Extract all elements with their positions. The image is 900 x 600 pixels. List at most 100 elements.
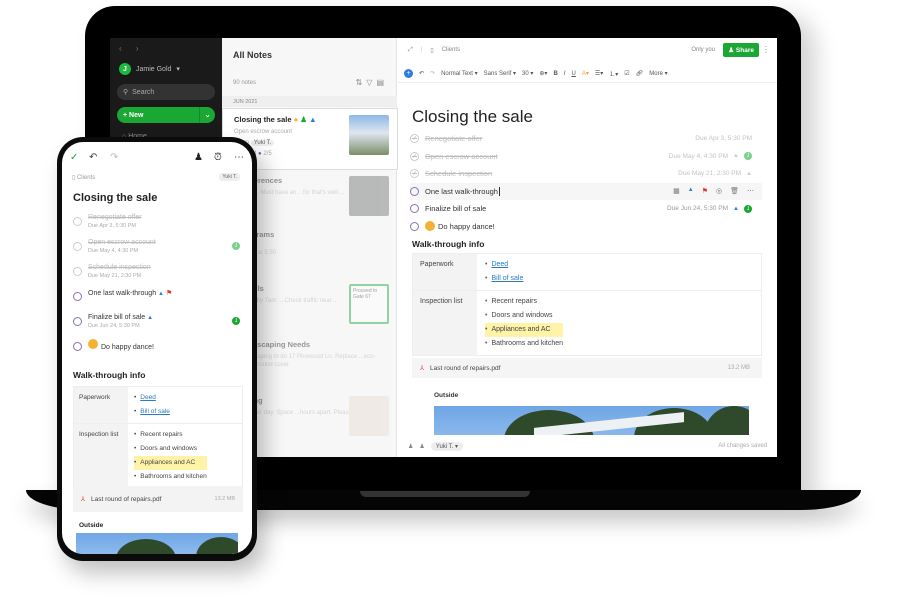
flag-icon[interactable]: ⚑ (702, 187, 708, 195)
bold-button[interactable]: B (553, 71, 557, 77)
insert-button[interactable]: + (404, 69, 413, 78)
note-count: 90 notes (233, 80, 257, 86)
sharing-status: Only you (691, 47, 715, 53)
redo-icon[interactable]: ↷ (110, 152, 118, 163)
redo-icon[interactable]: ↷ (430, 70, 435, 77)
note-list-title: All Notes (233, 50, 273, 60)
task-item[interactable]: Do happy dance! (410, 218, 762, 236)
tree-shape (196, 537, 238, 554)
new-note-button[interactable]: + New ⌄ (117, 107, 215, 123)
numbered-list-button[interactable]: ⒈▾ (609, 69, 618, 78)
undo-icon[interactable]: ↶ (89, 152, 97, 163)
font-dropdown[interactable]: Sans Serif ▾ (484, 70, 516, 77)
pdf-icon: ⅄ (420, 365, 424, 372)
check-icon[interactable]: ✓ (70, 152, 78, 163)
task-item[interactable]: One last walk-through ▦ ▲ ⚑ ◎ 🗑︎ ⋯ (410, 182, 762, 200)
view-icon[interactable]: ▤ (376, 78, 388, 87)
editor-footer: ♟ ♟ Yuki T. ▾ All changes saved (398, 435, 777, 457)
task-item[interactable]: Do happy dance! (70, 339, 246, 364)
bell-icon: ▲ (309, 115, 317, 124)
task-checkbox[interactable] (410, 204, 419, 214)
deed-link[interactable]: Deed (491, 261, 508, 268)
task-checkbox[interactable] (410, 221, 419, 231)
task-item[interactable]: Open escrow account Due May 4, 4:30 PM J (70, 239, 246, 264)
task-checkbox[interactable] (73, 267, 82, 276)
task-icon: ● (258, 151, 262, 158)
task-text: Schedule inspection (88, 264, 151, 271)
task-checkbox[interactable]: ✓ (410, 151, 419, 161)
link-button[interactable]: 🔗︎ (636, 70, 644, 77)
task-list: Renegotiate offer Due Apr 3, 5:30 PM Open… (70, 214, 246, 364)
text-color-button[interactable]: A▾ (582, 70, 589, 77)
deed-link[interactable]: Deed (140, 394, 156, 401)
bell-icon: ▲ (733, 153, 739, 160)
task-checkbox[interactable]: ✓ (410, 134, 419, 144)
section-heading: Walk-through info (412, 239, 485, 249)
text-style-dropdown[interactable]: Normal Text ▾ (441, 70, 478, 77)
insert-dropdown[interactable]: ⊕▾ (539, 70, 547, 77)
task-checkbox[interactable] (73, 217, 82, 226)
more-options-icon[interactable]: ⋮ (762, 45, 770, 54)
task-checkbox[interactable]: ✓ (410, 169, 419, 179)
reminder-icon[interactable]: ♟ (408, 443, 413, 450)
more-label: More (649, 71, 663, 77)
task-item[interactable]: ✓ Open escrow account Due May 4, 4:30 PM ▲ J (410, 148, 762, 166)
font-size-dropdown[interactable]: 30 ▾ (522, 70, 533, 77)
share-icon[interactable]: ♟ (194, 152, 203, 163)
task-item[interactable]: One last walk-through ▲ ⚑ (70, 289, 246, 314)
share-button[interactable]: ♟ Share (723, 43, 759, 57)
new-label: New (129, 111, 144, 119)
task-item[interactable]: Schedule inspection Due May 21, 2:30 PM (70, 264, 246, 289)
attachment-name: Last round of repairs.pdf (90, 495, 162, 503)
task-item[interactable]: ✓ Renegotiate offer Due Apr 3, 5:30 PM (410, 130, 762, 148)
phone-screen: ✓ ↶ ↷ ♟ ⏰︎ ⋯ ▯ Clients Yuki T. Closing t… (62, 142, 252, 554)
chevron-down-icon[interactable]: ⌄ (199, 107, 215, 123)
add-reminder-icon[interactable]: ♟ (419, 443, 424, 450)
expand-icon[interactable]: ⤢ (408, 47, 413, 54)
task-list: ✓ Renegotiate offer Due Apr 3, 5:30 PM ✓ Op… (410, 130, 762, 235)
filter-icon[interactable]: ▽ (366, 78, 376, 87)
note-title[interactable]: Closing the sale (412, 107, 533, 127)
bill-of-sale-link[interactable]: Bill of sale (140, 408, 170, 415)
note-title[interactable]: Closing the sale (73, 192, 157, 204)
bell-icon[interactable]: ▲ (688, 187, 694, 195)
account-switcher[interactable]: J Jamie Gold ▾ (119, 63, 180, 75)
tag-chip[interactable]: Yuki T. (219, 173, 240, 181)
search-input[interactable]: ⚲ Search (117, 84, 215, 100)
paperwork-label: Paperwork (74, 387, 128, 423)
assignee-chip[interactable]: Yuki T. ▾ (430, 441, 464, 451)
italic-button[interactable]: I (564, 71, 566, 77)
trash-icon[interactable]: 🗑︎ (730, 187, 739, 195)
group-date: JUN 2021 (222, 96, 397, 107)
task-item[interactable]: Finalize bill of sale Due Jun 24, 5:30 PM… (410, 200, 762, 218)
task-text: Renegotiate offer (88, 214, 142, 221)
task-checkbox[interactable] (73, 342, 82, 351)
note-thumbnail (349, 396, 389, 436)
assignee-avatar: J (744, 204, 752, 213)
notebook-name[interactable]: Clients (442, 47, 460, 53)
notebook-label[interactable]: ▯ Clients (72, 174, 95, 181)
task-item[interactable]: Finalize bill of sale ▲ Due Jun 24, 5:30 … (70, 314, 246, 339)
undo-icon[interactable]: ↶ (419, 70, 424, 77)
task-checkbox[interactable] (410, 186, 419, 196)
nav-arrows[interactable]: ‹ › (119, 44, 145, 53)
underline-button[interactable]: U (571, 71, 575, 77)
task-checkbox[interactable] (73, 242, 82, 251)
checklist-button[interactable]: ☑ (624, 70, 629, 77)
house-photo (76, 533, 238, 554)
task-item[interactable]: Renegotiate offer Due Apr 3, 5:30 PM (70, 214, 246, 239)
more-icon[interactable]: ⋯ (747, 187, 754, 195)
task-checkbox[interactable] (73, 317, 82, 326)
more-dropdown[interactable]: More ▾ (649, 70, 667, 77)
more-icon[interactable]: ⋯ (234, 152, 244, 163)
task-item[interactable]: ✓ Schedule inspection Due May 21, 2:30 PM ▲ (410, 165, 762, 183)
bullet-list-button[interactable]: ☰▾ (595, 70, 603, 77)
task-checkbox[interactable] (73, 292, 82, 301)
sort-icon[interactable]: ⇅ (356, 78, 367, 87)
reminder-icon[interactable]: ⏰︎ (214, 152, 222, 163)
pdf-attachment[interactable]: ⅄ Last round of repairs.pdf 13.2 MB (73, 486, 243, 512)
task-text[interactable]: One last walk-through (425, 187, 498, 196)
bill-of-sale-link[interactable]: Bill of sale (491, 275, 523, 282)
assign-icon[interactable]: ◎ (716, 187, 722, 195)
calendar-icon[interactable]: ▦ (673, 187, 680, 195)
